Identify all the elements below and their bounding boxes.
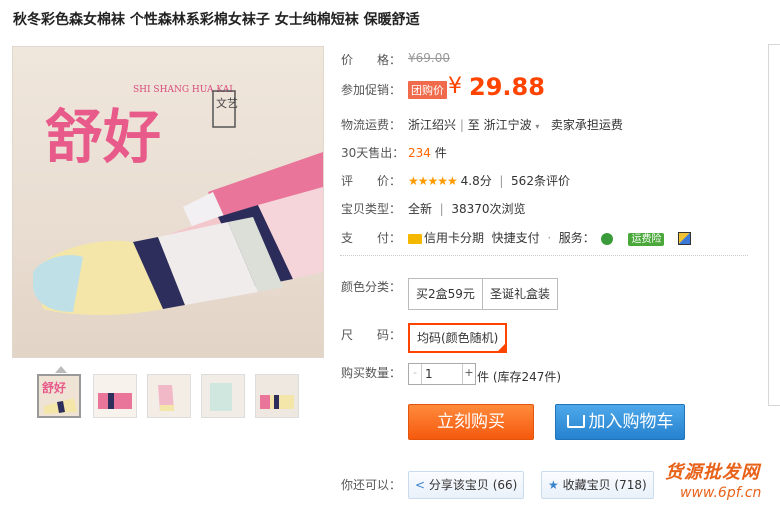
original-price: ¥69.00 [408,51,450,65]
review-count-link[interactable]: 562条评价 [511,174,570,188]
chevron-down-icon: ▾ [535,122,540,131]
sales-unit: 件 [434,146,447,160]
promo-currency: ¥ [448,74,462,99]
quantity-label: 购买数量： [341,366,402,380]
payment-label: 支 付： [341,231,402,245]
credit-installment[interactable]: 信用卡分期 [424,231,484,245]
star-icon: ★ [548,478,559,492]
service-shield-icon[interactable] [600,232,613,245]
product-main-image[interactable]: 舒好 SHI SHANG HUA KAI 文艺 [12,46,324,358]
ship-to-select[interactable]: 浙江宁波 ▾ [484,118,540,132]
share-button-label: 分享该宝贝 (66) [428,478,518,492]
quantity-stepper: - 1 + [408,363,476,385]
add-to-cart-label: 加入购物车 [588,412,674,432]
service-label: 服务： [558,231,595,245]
svg-text:舒好: 舒好 [41,380,66,395]
quick-pay[interactable]: 快捷支付 [492,231,540,245]
favorite-button-label: 收藏宝贝 (718) [562,478,647,492]
ship-to: 浙江宁波 [483,118,532,132]
share-button[interactable]: < 分享该宝贝 (66) [408,471,525,499]
shipping-fee: 卖家承担运费 [550,118,623,132]
add-to-cart-button[interactable]: 加入购物车 [555,404,685,440]
brand-seal: 文艺 [216,96,238,110]
quantity-decrease-button[interactable]: - [409,364,422,384]
ship-from: 浙江绍兴 [408,118,457,132]
brand-logo-text: 舒好 [45,103,161,171]
watermark-url: www.6pf.cn [680,485,762,501]
payment-info: 信用卡分期 快捷支付 · 服务： 运费险 [408,229,692,246]
favorite-button[interactable]: ★ 收藏宝贝 (718) [541,471,654,499]
sales-label: 30天售出： [341,146,405,160]
side-panel-edge [768,44,780,406]
thumbnail-3[interactable] [147,374,191,418]
rating-score: 4.8分 [460,174,492,188]
share-label: 你还可以： [341,478,402,492]
product-title: 秋冬彩色森女棉袜 个性森林系彩棉女袜子 女士纯棉短袜 保暖舒适 [13,12,420,28]
promo-price: 29.88 [469,73,545,101]
color-label: 颜色分类： [341,280,402,294]
rating-info: ★★★★★ 4.8分 | 562条评价 [408,174,570,188]
share-icon: < [415,478,426,492]
rating-label: 评 价： [341,174,402,188]
size-option-text: 均码(颜色随机) [417,331,499,345]
star-rating-icon: ★★★★★ [408,174,458,188]
sales-count: 234 [408,146,431,160]
thumbnail-1[interactable]: 舒好 [37,374,81,418]
thumbnail-4[interactable] [201,374,245,418]
thumb-pointer [55,366,67,373]
buy-now-button[interactable]: 立刻购买 [408,404,534,440]
thumbnail-2[interactable] [93,374,137,418]
size-label: 尺 码： [341,328,402,342]
view-count: 38370次浏览 [451,202,526,216]
quantity-input[interactable]: 1 [425,367,433,381]
item-type-info: 全新 | 38370次浏览 [408,202,526,216]
promo-label: 参加促销： [341,83,402,97]
size-option-selected[interactable]: 均码(颜色随机) [408,323,508,353]
sales-info: 234 件 [408,144,447,161]
thumbnail-5[interactable] [255,374,299,418]
item-type-label: 宝贝类型： [341,202,402,216]
watermark-text: 货源批发网 [665,462,760,483]
quantity-increase-button[interactable]: + [462,364,475,384]
group-buy-badge: 团购价 [408,81,447,99]
selected-check-icon [497,343,507,352]
color-option-1[interactable]: 买2盒59元 [408,278,483,310]
shipping-label: 物流运费： [341,118,402,132]
service-extra-icon[interactable] [678,232,692,245]
cart-icon [566,415,585,428]
ship-separator: | [459,118,464,132]
brand-subtext: SHI SHANG HUA KAI [133,85,233,95]
shipping-info: 浙江绍兴 | 至 浙江宁波 ▾ 卖家承担运费 [408,116,623,133]
section-divider [340,255,748,256]
credit-card-icon [408,233,422,244]
ship-to-prefix: 至 [467,118,480,132]
stock-info: 件 (库存247件) [477,370,562,384]
price-label: 价 格： [341,53,402,67]
freight-insurance-badge[interactable]: 运费险 [628,233,665,246]
socks-illustration: 舒好 SHI SHANG HUA KAI 文艺 [33,85,323,315]
color-option-2[interactable]: 圣诞礼盒装 [482,278,559,310]
item-condition: 全新 [408,202,433,216]
